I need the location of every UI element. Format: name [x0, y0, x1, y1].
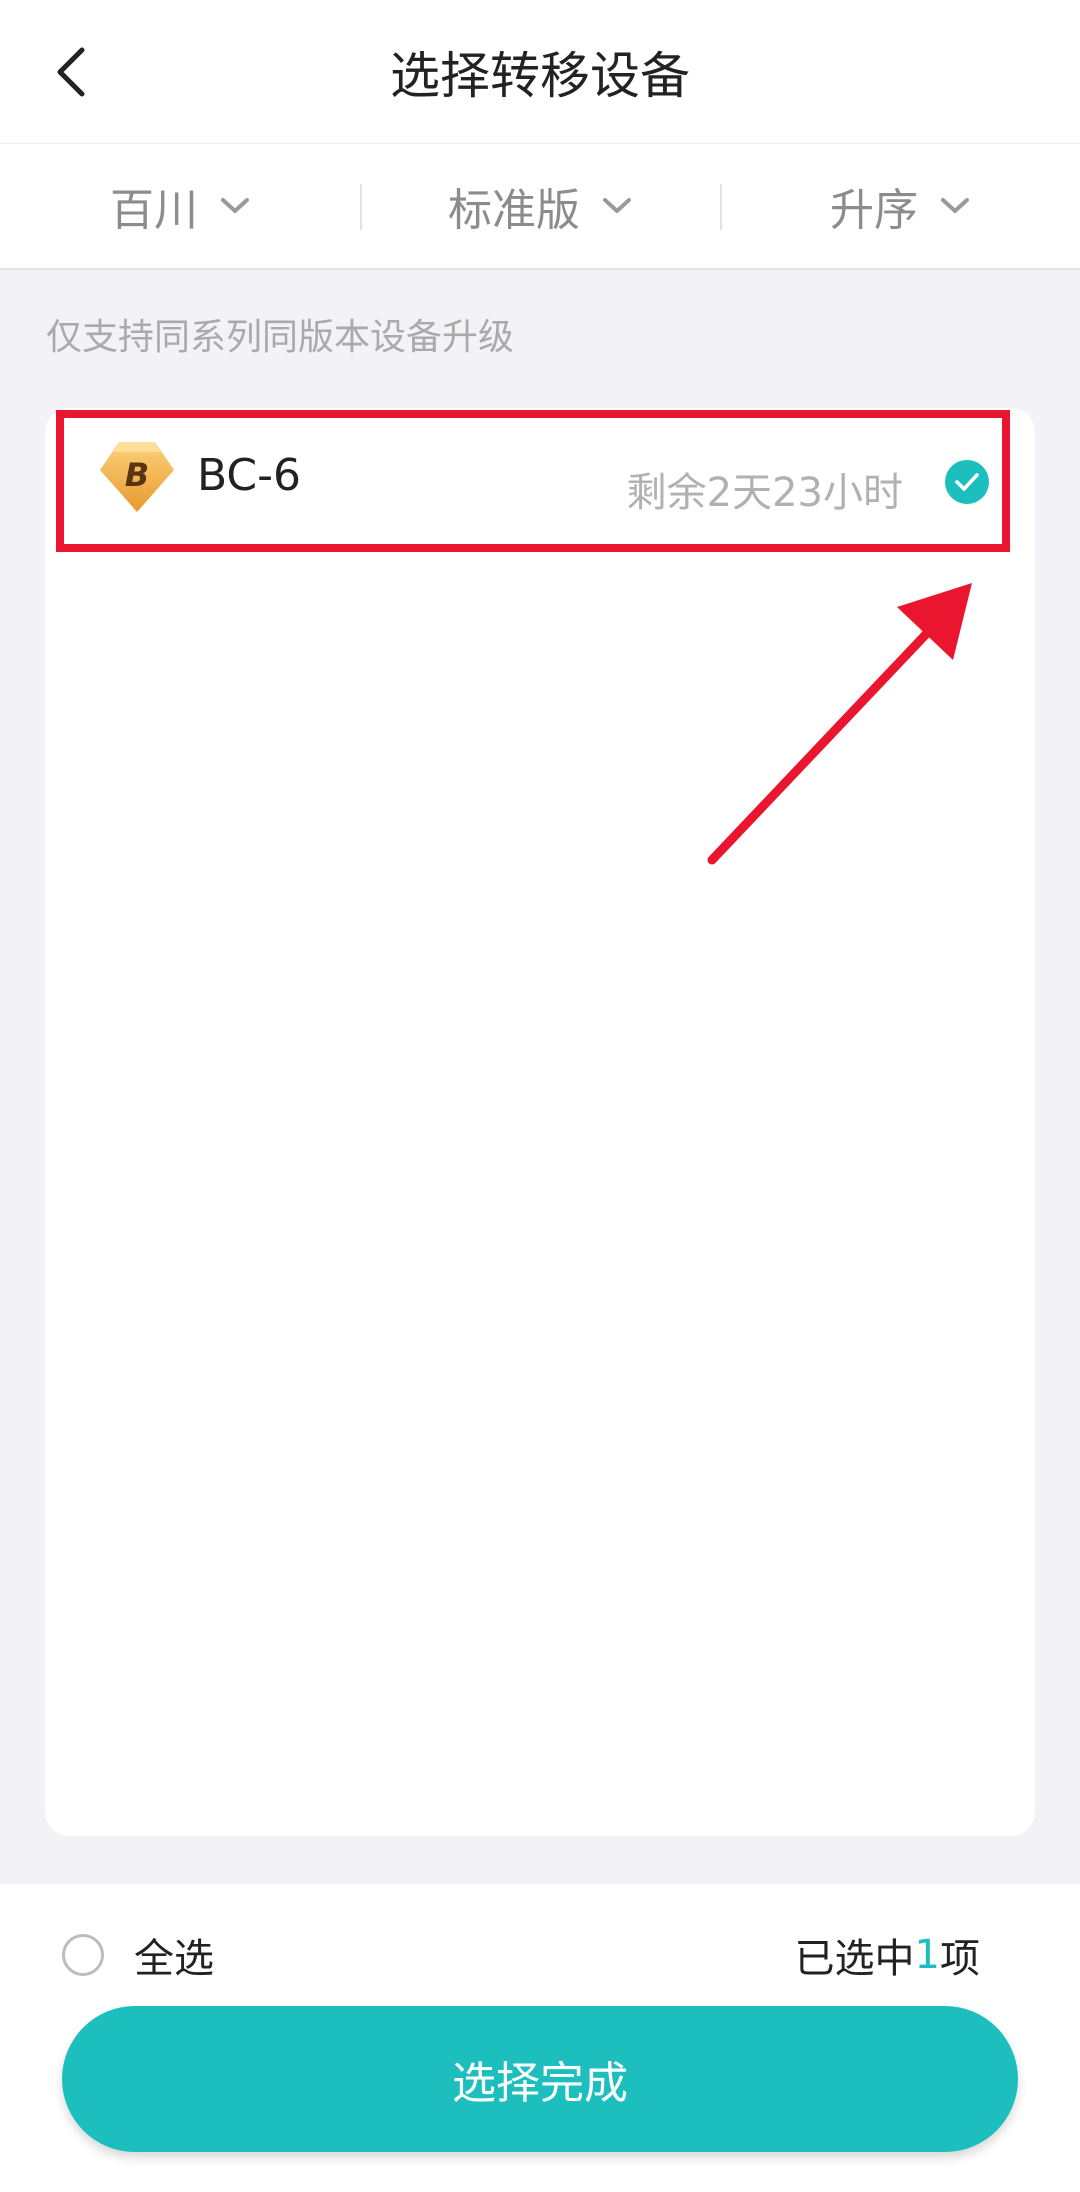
- done-button[interactable]: 选择完成: [62, 2006, 1018, 2152]
- device-list: B BC-6 剩余2天23小时: [45, 408, 1035, 1836]
- filter-series-label: 百川: [110, 185, 198, 236]
- device-icon-letter: B: [125, 456, 149, 494]
- bottom-bar: 全选 已选中 1 项 选择完成: [0, 1884, 1080, 2192]
- chevron-down-icon: [940, 196, 970, 216]
- filter-bar: 百川 标准版 升序: [0, 144, 1080, 270]
- selected-count: 已选中 1 项: [795, 1924, 980, 1986]
- chevron-down-icon: [602, 196, 632, 216]
- filter-series[interactable]: 百川: [0, 144, 360, 268]
- filter-version[interactable]: 标准版: [360, 144, 720, 268]
- header: 选择转移设备: [0, 0, 1080, 144]
- radio-icon[interactable]: [62, 1934, 104, 1976]
- page-title: 选择转移设备: [390, 47, 690, 105]
- selected-count-number: 1: [914, 1932, 940, 1978]
- filter-sort-label: 升序: [830, 185, 918, 236]
- diamond-badge-icon: B: [99, 440, 175, 514]
- hint-text: 仅支持同系列同版本设备升级: [46, 317, 515, 358]
- filter-version-label: 标准版: [448, 185, 580, 236]
- filter-sort[interactable]: 升序: [720, 144, 1080, 268]
- selected-prefix: 已选中: [794, 1936, 915, 1982]
- chevron-down-icon: [220, 196, 250, 216]
- select-all-toggle[interactable]: 全选: [62, 1924, 214, 1986]
- list-item[interactable]: B BC-6 剩余2天23小时: [57, 408, 1023, 552]
- device-name: BC-6: [197, 450, 302, 501]
- selected-suffix: 项: [940, 1936, 980, 1982]
- select-all-label: 全选: [134, 1936, 214, 1982]
- device-remaining-time: 剩余2天23小时: [626, 470, 903, 516]
- check-circle-icon[interactable]: [945, 460, 989, 504]
